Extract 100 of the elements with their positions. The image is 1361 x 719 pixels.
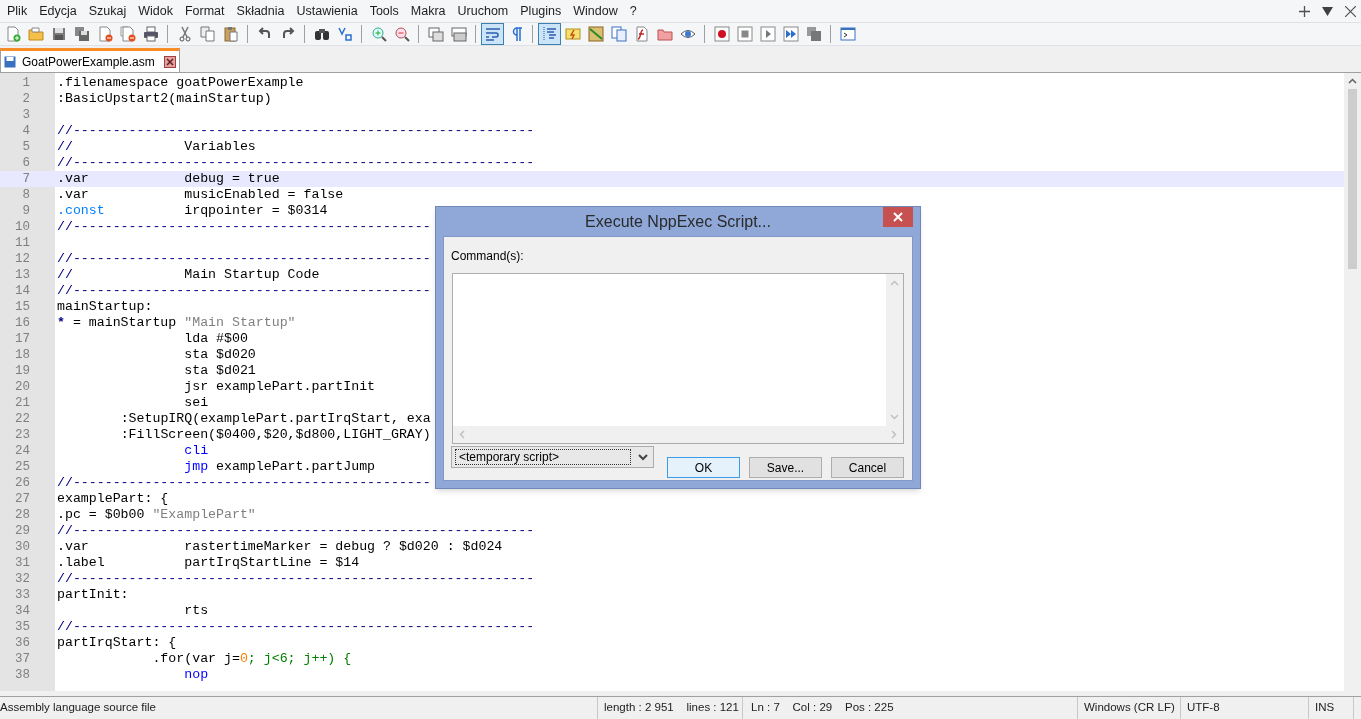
line-number: 23 <box>14 426 30 444</box>
line-number: 21 <box>14 394 30 412</box>
line-number: 13 <box>14 266 30 284</box>
line-number: 19 <box>14 362 30 380</box>
floppy-icon <box>4 55 16 68</box>
window-icon <box>427 26 444 42</box>
code-line: .const irqpointer = $0314 <box>57 203 328 219</box>
line-number: 6 <box>21 154 30 172</box>
close-icon <box>893 212 903 222</box>
status-text: Windows (CR LF) <box>1084 700 1175 716</box>
dropdown-triangle-icon[interactable] <box>1322 6 1333 16</box>
menu-item[interactable]: Plugins <box>514 1 568 21</box>
line-number: 11 <box>14 234 30 252</box>
folder-icon <box>27 26 44 42</box>
folder-icon <box>656 26 673 42</box>
code-line: //--------------------------------------------- <box>57 475 431 491</box>
line-number: 36 <box>14 634 30 652</box>
menu-item[interactable]: Window <box>567 1 624 21</box>
close-button[interactable] <box>883 207 913 227</box>
code-line: partInit: <box>57 587 129 603</box>
status-text: INS <box>1315 700 1335 716</box>
replace-icon <box>336 26 353 42</box>
line-number: 35 <box>14 618 30 636</box>
code-line: mainStartup: <box>57 299 153 315</box>
code-line: :BasicUpstart2(mainStartup) <box>57 91 272 107</box>
play-icon <box>759 26 776 42</box>
chevron-down-icon <box>638 453 648 461</box>
indent-guide-icon <box>541 26 558 42</box>
menu-item[interactable]: Tools <box>363 1 405 21</box>
scrollbar[interactable] <box>1344 73 1361 691</box>
console-icon <box>839 26 856 42</box>
menu-item[interactable]: Plik <box>1 1 34 21</box>
menu-item[interactable]: Makra <box>404 1 452 21</box>
tab-close-button[interactable] <box>163 55 176 68</box>
scroll-up-icon[interactable] <box>1348 78 1357 84</box>
fast-forward-icon <box>782 26 799 42</box>
plus-icon[interactable] <box>1299 5 1310 17</box>
line-number: 26 <box>14 474 30 492</box>
dialog-button[interactable]: Save... <box>749 457 822 478</box>
window-icon <box>450 26 467 42</box>
code-line: // Main Startup Code <box>57 267 320 283</box>
file-plus-icon <box>4 26 21 42</box>
dialog-button[interactable]: Cancel <box>831 457 904 478</box>
line-number: 24 <box>14 442 30 460</box>
menu-item[interactable]: Edycja <box>33 1 83 21</box>
code-line: //---------------------------------------------------------- <box>57 523 535 539</box>
printer-icon <box>142 26 159 42</box>
close-icon <box>165 57 174 66</box>
line-number: 34 <box>14 602 30 620</box>
dialog-button[interactable]: OK <box>667 457 740 478</box>
script-dropdown[interactable]: <temporary script> <box>451 446 654 468</box>
line-number: 3 <box>21 106 30 124</box>
code-line: jmp examplePart.partJump <box>183 459 376 475</box>
function-icon <box>633 26 650 42</box>
line-number: 7 <box>21 170 30 188</box>
menu-item[interactable]: Składnia <box>230 1 291 21</box>
code-line: sta $d021 <box>183 363 256 379</box>
zoom-in-icon <box>370 26 387 42</box>
line-number: 16 <box>14 314 30 332</box>
code-line: .var rastertimeMarker = debug ? $d020 : $d024 <box>57 539 503 555</box>
scissors-icon <box>176 26 193 42</box>
record-icon <box>713 26 730 42</box>
files-minus-icon <box>119 26 136 42</box>
field-label: Command(s): <box>451 248 525 263</box>
line-number: 31 <box>14 554 30 572</box>
code-line: //---------------------------------------------------------- <box>57 155 535 171</box>
status-text: length : 2 951 lines : 121 <box>604 700 739 716</box>
line-number: 8 <box>21 186 30 204</box>
code-line: nop <box>183 667 209 683</box>
menu-item[interactable]: Format <box>178 1 231 21</box>
documents-icon <box>610 26 627 42</box>
code-line: // Variables <box>57 139 256 155</box>
line-number: 38 <box>14 666 30 684</box>
binoculars-icon <box>313 26 330 42</box>
code-line: .label partIrqStartLine = $14 <box>57 555 360 571</box>
line-number: 29 <box>14 522 30 540</box>
code-line: //--------------------------------------------- <box>57 219 431 235</box>
code-line: :SetupIRQ(examplePart.partIrqStart, exa <box>119 411 431 427</box>
line-number: 9 <box>21 202 30 220</box>
map-icon <box>587 26 604 42</box>
code-line: //---------------------------------------------------------- <box>57 123 535 139</box>
code-line: //--------------------------------------------- <box>57 283 431 299</box>
code-line: .var musicEnabled = false <box>57 187 344 203</box>
code-line: .for(var j=0; j<6; j++) { <box>151 651 352 667</box>
code-line: cli <box>183 443 209 459</box>
code-line: .pc = $0b00 "ExamplePart" <box>57 507 256 523</box>
menu-item[interactable]: Widok <box>132 1 179 21</box>
line-number: 32 <box>14 570 30 588</box>
close-icon[interactable] <box>1345 5 1356 17</box>
line-number: 17 <box>14 330 30 348</box>
clipboard-icon <box>222 26 239 42</box>
menu-item[interactable]: Ustawienia <box>290 1 364 21</box>
menu-item[interactable]: ? <box>623 1 643 21</box>
code-line: :FillScreen($0400,$20,$d800,LIGHT_GRAY) <box>119 427 431 443</box>
menu-item[interactable]: Szukaj <box>82 1 133 21</box>
file-tab[interactable]: GoatPowerExample.asm <box>0 48 180 72</box>
menu-item[interactable]: Uruchom <box>451 1 515 21</box>
code-line: lda #$00 <box>183 331 248 347</box>
line-number: 18 <box>14 346 30 364</box>
scrollbar-thumb[interactable] <box>1348 89 1357 269</box>
